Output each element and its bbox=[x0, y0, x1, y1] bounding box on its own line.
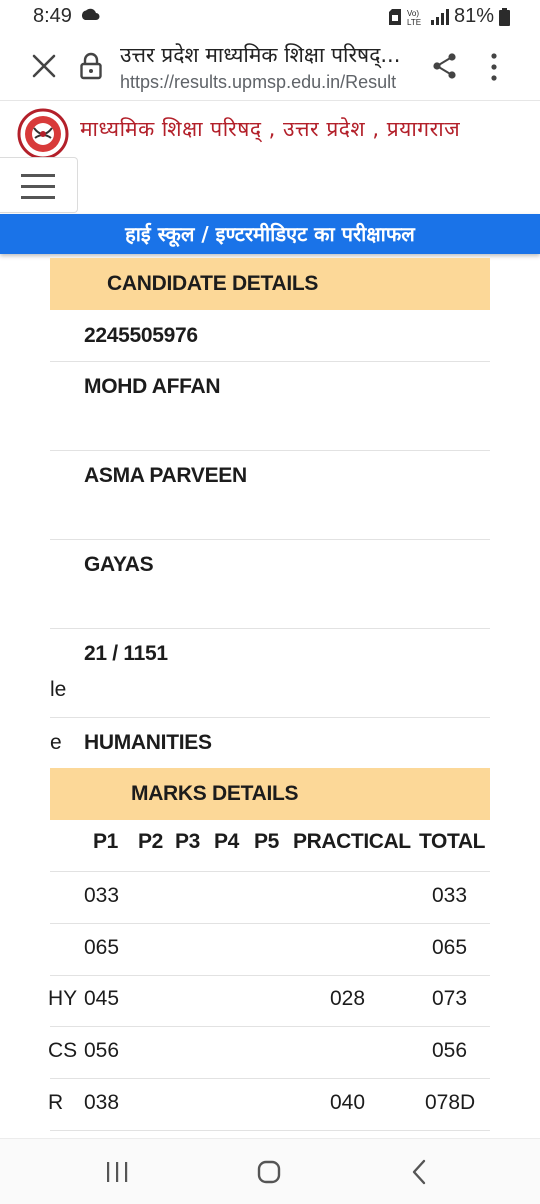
share-icon[interactable] bbox=[432, 52, 458, 80]
school-code-label-fragment: le bbox=[50, 678, 67, 701]
hamburger-menu-button[interactable] bbox=[0, 157, 78, 213]
cloud-icon bbox=[81, 8, 100, 20]
volte-icon: Vo)LTE bbox=[407, 9, 421, 26]
board-logo-icon bbox=[17, 108, 69, 160]
school-code-value: 21 / 1151 bbox=[84, 642, 168, 665]
col-p5: P5 bbox=[254, 830, 279, 853]
back-icon[interactable] bbox=[411, 1159, 427, 1185]
marks-p1: 045 bbox=[84, 987, 120, 1010]
col-p3: P3 bbox=[175, 830, 200, 853]
divider bbox=[50, 1130, 490, 1131]
divider bbox=[50, 871, 490, 872]
subject-fragment: CS bbox=[48, 1039, 78, 1062]
more-options-icon[interactable] bbox=[487, 52, 501, 82]
candidate-name-value: MOHD AFFAN bbox=[84, 375, 221, 398]
marks-total: 073 bbox=[432, 987, 468, 1010]
marks-total: 065 bbox=[432, 936, 468, 959]
menu-line-icon bbox=[21, 196, 55, 199]
status-bar: 8:49 Vo) LTE 81% bbox=[0, 0, 540, 32]
marks-p1: 038 bbox=[84, 1091, 120, 1114]
page-title[interactable]: उत्तर प्रदेश माध्यमिक शिक्षा परिषद्... bbox=[120, 41, 420, 69]
marks-practical: 028 bbox=[330, 987, 366, 1010]
divider bbox=[50, 1026, 490, 1027]
col-p4: P4 bbox=[214, 830, 239, 853]
battery-percent: 81% bbox=[453, 5, 494, 27]
marks-details-header: MARKS DETAILS bbox=[50, 768, 490, 820]
marks-practical: 040 bbox=[330, 1091, 366, 1114]
candidate-details-header: CANDIDATE DETAILS bbox=[50, 258, 490, 310]
marks-total: 033 bbox=[432, 884, 468, 907]
marks-p1: 065 bbox=[84, 936, 120, 959]
site-name: माध्यमिक शिक्षा परिषद् , उत्तर प्रदेश , … bbox=[80, 117, 461, 141]
svg-text:LTE: LTE bbox=[407, 18, 421, 26]
col-p1: P1 bbox=[93, 830, 118, 853]
roll-number-value: 2245505976 bbox=[84, 324, 198, 347]
result-content: CANDIDATE DETAILS 2245505976 MOHD AFFAN … bbox=[0, 254, 540, 1138]
system-nav-bar bbox=[0, 1138, 540, 1204]
home-icon[interactable] bbox=[257, 1160, 281, 1184]
recent-apps-icon[interactable] bbox=[105, 1161, 129, 1183]
marks-total: 056 bbox=[432, 1039, 468, 1062]
browser-toolbar: उत्तर प्रदेश माध्यमिक शिक्षा परिषद्... h… bbox=[0, 32, 540, 100]
result-banner: हाई स्कूल / इण्टरमीडिएट का परीक्षाफल bbox=[0, 214, 540, 254]
battery-icon bbox=[499, 7, 510, 26]
status-indicators: Vo) LTE 81% bbox=[388, 5, 510, 28]
page-url[interactable]: https://results.upmsp.edu.in/Result bbox=[120, 72, 412, 93]
lock-icon[interactable] bbox=[80, 52, 102, 80]
subject-fragment: HY bbox=[48, 987, 78, 1010]
signal-icon bbox=[430, 8, 449, 25]
divider bbox=[50, 1078, 490, 1079]
marks-total: 078D bbox=[425, 1091, 476, 1114]
menu-line-icon bbox=[21, 185, 55, 188]
divider bbox=[50, 975, 490, 976]
divider bbox=[50, 923, 490, 924]
marks-p1: 033 bbox=[84, 884, 120, 907]
group-label-fragment: e bbox=[50, 731, 62, 754]
status-time: 8:49 bbox=[33, 5, 72, 27]
col-practical: PRACTICAL bbox=[293, 830, 411, 853]
close-icon[interactable] bbox=[30, 52, 58, 80]
col-total: TOTAL bbox=[419, 830, 486, 853]
site-header: माध्यमिक शिक्षा परिषद् , उत्तर प्रदेश , … bbox=[0, 100, 540, 160]
marks-p1: 056 bbox=[84, 1039, 120, 1062]
group-value: HUMANITIES bbox=[84, 731, 212, 754]
mother-name-value: ASMA PARVEEN bbox=[84, 464, 247, 487]
subject-fragment: R bbox=[48, 1091, 64, 1114]
menu-line-icon bbox=[21, 174, 55, 177]
svg-text:Vo): Vo) bbox=[407, 9, 419, 18]
col-p2: P2 bbox=[138, 830, 163, 853]
sim-icon bbox=[388, 8, 401, 25]
father-name-value: GAYAS bbox=[84, 553, 154, 576]
